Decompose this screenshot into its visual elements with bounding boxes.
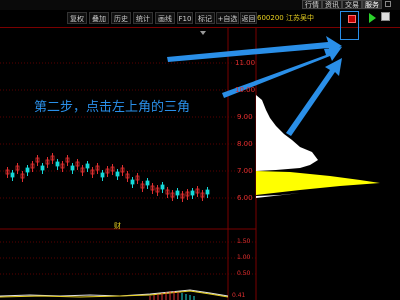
volume-profile-yellow [256, 171, 380, 195]
candle-body [130, 179, 135, 185]
price-tick: 7.00 [237, 167, 253, 175]
candlestick-series [5, 153, 210, 202]
price-tick: 11.00 [235, 59, 256, 67]
candle-body [70, 165, 75, 171]
finance-marker[interactable]: 财 [114, 221, 121, 231]
price-tick: 9.00 [237, 113, 253, 121]
volume-tick: 0.41 [232, 292, 246, 299]
price-tick: 10.00 [235, 86, 256, 94]
candle-body [25, 167, 30, 173]
volume-tick: 0.50 [237, 270, 251, 277]
price-tick: 8.00 [237, 140, 253, 148]
candle-body [85, 163, 90, 169]
candle-body [205, 189, 210, 195]
candle-body [10, 172, 15, 178]
candle-body [190, 190, 195, 196]
candle-body [160, 184, 165, 190]
candle-body [175, 190, 180, 196]
volume-tick: 1.50 [237, 238, 251, 245]
instruction-text: 第二步，点击左上角的三角 [34, 100, 191, 115]
indicator-line-white [0, 289, 229, 297]
volume-tick: 1.00 [237, 254, 251, 261]
candle-body [145, 180, 150, 186]
kline-chart [0, 28, 380, 300]
candle-body [100, 172, 105, 178]
candle-body [55, 161, 60, 167]
price-tick: 6.00 [237, 194, 253, 202]
candle-body [115, 171, 120, 177]
candle-body [40, 165, 45, 171]
